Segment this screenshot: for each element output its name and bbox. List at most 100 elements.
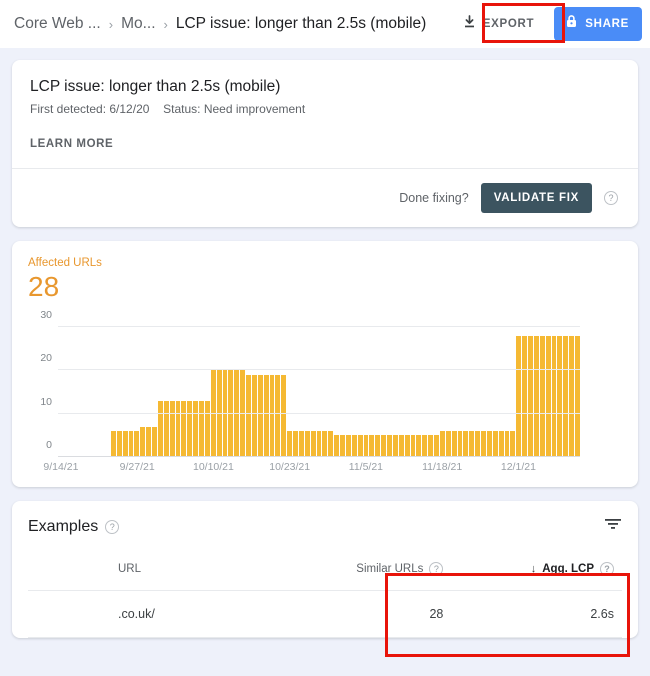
chart-bar[interactable] [510, 431, 516, 457]
column-header-similar-urls[interactable]: Similar URLs ? [336, 554, 486, 591]
chart-bar[interactable] [157, 400, 163, 457]
chart-bar[interactable] [322, 431, 328, 457]
column-header-agg-lcp[interactable]: ↓ Agg. LCP ? [485, 554, 622, 591]
validate-fix-button[interactable]: VALIDATE FIX [480, 183, 592, 213]
chart-bar[interactable] [281, 374, 287, 457]
chart-bar[interactable] [257, 374, 263, 457]
chart-bar[interactable] [287, 431, 292, 457]
chart-bar[interactable] [445, 431, 451, 457]
chart-bar[interactable] [516, 335, 522, 457]
chart-bar[interactable] [387, 435, 392, 457]
chart-bar[interactable] [199, 400, 204, 457]
chart-bar[interactable] [210, 370, 216, 457]
chart-bar[interactable] [375, 435, 381, 457]
chart-bar[interactable] [228, 370, 234, 457]
chart-bar[interactable] [193, 400, 198, 457]
chart-bar[interactable] [486, 431, 492, 457]
chart-bar[interactable] [269, 374, 275, 457]
chart-bar[interactable] [575, 335, 580, 457]
chart-bar[interactable] [475, 431, 480, 457]
chart-bar[interactable] [363, 435, 369, 457]
cell-agg-lcp: 2.6s [485, 590, 622, 638]
chart-bar[interactable] [240, 370, 245, 457]
chart-bar[interactable] [334, 435, 339, 457]
chart-bar[interactable] [416, 435, 422, 457]
chart-bar[interactable] [316, 431, 322, 457]
chart-bar[interactable] [340, 435, 345, 457]
chart-bar[interactable] [152, 426, 157, 457]
chart-bar[interactable] [457, 431, 463, 457]
chart-bar[interactable] [169, 400, 175, 457]
chart-bar[interactable] [222, 370, 228, 457]
chart-bar[interactable] [463, 431, 469, 457]
chart-bar[interactable] [175, 400, 181, 457]
chart-bar[interactable] [428, 435, 433, 457]
chart-bar[interactable] [234, 370, 240, 457]
similar-urls-help-icon[interactable]: ? [429, 562, 444, 576]
chart-bar[interactable] [369, 435, 375, 457]
chart-bar[interactable] [345, 435, 351, 457]
share-button[interactable]: SHARE [554, 7, 642, 41]
chart-bar[interactable] [551, 335, 557, 457]
breadcrumb-item-core-web-vitals[interactable]: Core Web ... [14, 15, 101, 33]
chart-bar[interactable] [398, 435, 404, 457]
chart-bar[interactable] [357, 435, 363, 457]
chart-bar[interactable] [304, 431, 310, 457]
chart-bar[interactable] [246, 374, 251, 457]
chart-bar[interactable] [181, 400, 187, 457]
affected-urls-label: Affected URLs [28, 257, 102, 269]
chart-bar[interactable] [187, 400, 193, 457]
chart-bar[interactable] [469, 431, 475, 457]
chart-bar[interactable] [110, 431, 116, 457]
chart-bar[interactable] [381, 435, 386, 457]
chart-bar[interactable] [404, 435, 410, 457]
chart-bar[interactable] [422, 435, 428, 457]
chart-bar[interactable] [293, 431, 298, 457]
chart-bar[interactable] [557, 335, 563, 457]
chart-bar[interactable] [310, 431, 316, 457]
chart-bar[interactable] [116, 431, 122, 457]
learn-more-link[interactable]: LEARN MORE [30, 138, 620, 168]
chart-bar[interactable] [251, 374, 257, 457]
chart-bar[interactable] [533, 335, 539, 457]
chart-bar[interactable] [439, 431, 445, 457]
chart-bar[interactable] [140, 426, 146, 457]
chart-bar[interactable] [528, 335, 533, 457]
chart-bar[interactable] [204, 400, 210, 457]
filter-icon[interactable] [604, 517, 622, 536]
chart-bar[interactable] [216, 370, 222, 457]
chart-bar[interactable] [563, 335, 569, 457]
chart-bar[interactable] [263, 374, 269, 457]
agg-lcp-help-icon[interactable]: ? [600, 562, 614, 576]
chart-bar[interactable] [410, 435, 416, 457]
chart-bar[interactable] [146, 426, 151, 457]
chart-bar[interactable] [492, 431, 498, 457]
chart-bar[interactable] [481, 431, 486, 457]
chart-bar[interactable] [122, 431, 128, 457]
table-row[interactable]: .co.uk/28 2.6s [28, 590, 622, 638]
chart-bar[interactable] [498, 431, 504, 457]
breadcrumb-item-mobile[interactable]: Mo... [121, 15, 155, 33]
chart-bar[interactable] [545, 335, 551, 457]
chart-bar[interactable] [451, 431, 457, 457]
chart-bar[interactable] [128, 431, 134, 457]
chart-bar[interactable] [434, 435, 439, 457]
chart-bar[interactable] [569, 335, 574, 457]
chart-bar[interactable] [522, 335, 527, 457]
sort-descending-icon: ↓ [530, 563, 537, 575]
examples-help-icon[interactable]: ? [105, 519, 120, 534]
export-button[interactable]: EXPORT [452, 8, 545, 40]
chart-bar[interactable] [275, 374, 281, 457]
chart-bar[interactable] [504, 431, 510, 457]
chart-bar[interactable] [298, 431, 304, 457]
chart-bar[interactable] [134, 431, 140, 457]
column-header-url[interactable]: URL [28, 554, 337, 591]
chart-bar[interactable] [163, 400, 169, 457]
chart-bar[interactable] [392, 435, 398, 457]
cell-url[interactable]: .co.uk/ [28, 590, 337, 638]
chart-bar[interactable] [539, 335, 545, 457]
chart-bar[interactable] [351, 435, 357, 457]
chart-bar[interactable] [328, 431, 334, 457]
validate-fix-help-icon[interactable]: ? [604, 191, 618, 205]
chart-x-tick-label: 12/1/21 [500, 461, 536, 473]
